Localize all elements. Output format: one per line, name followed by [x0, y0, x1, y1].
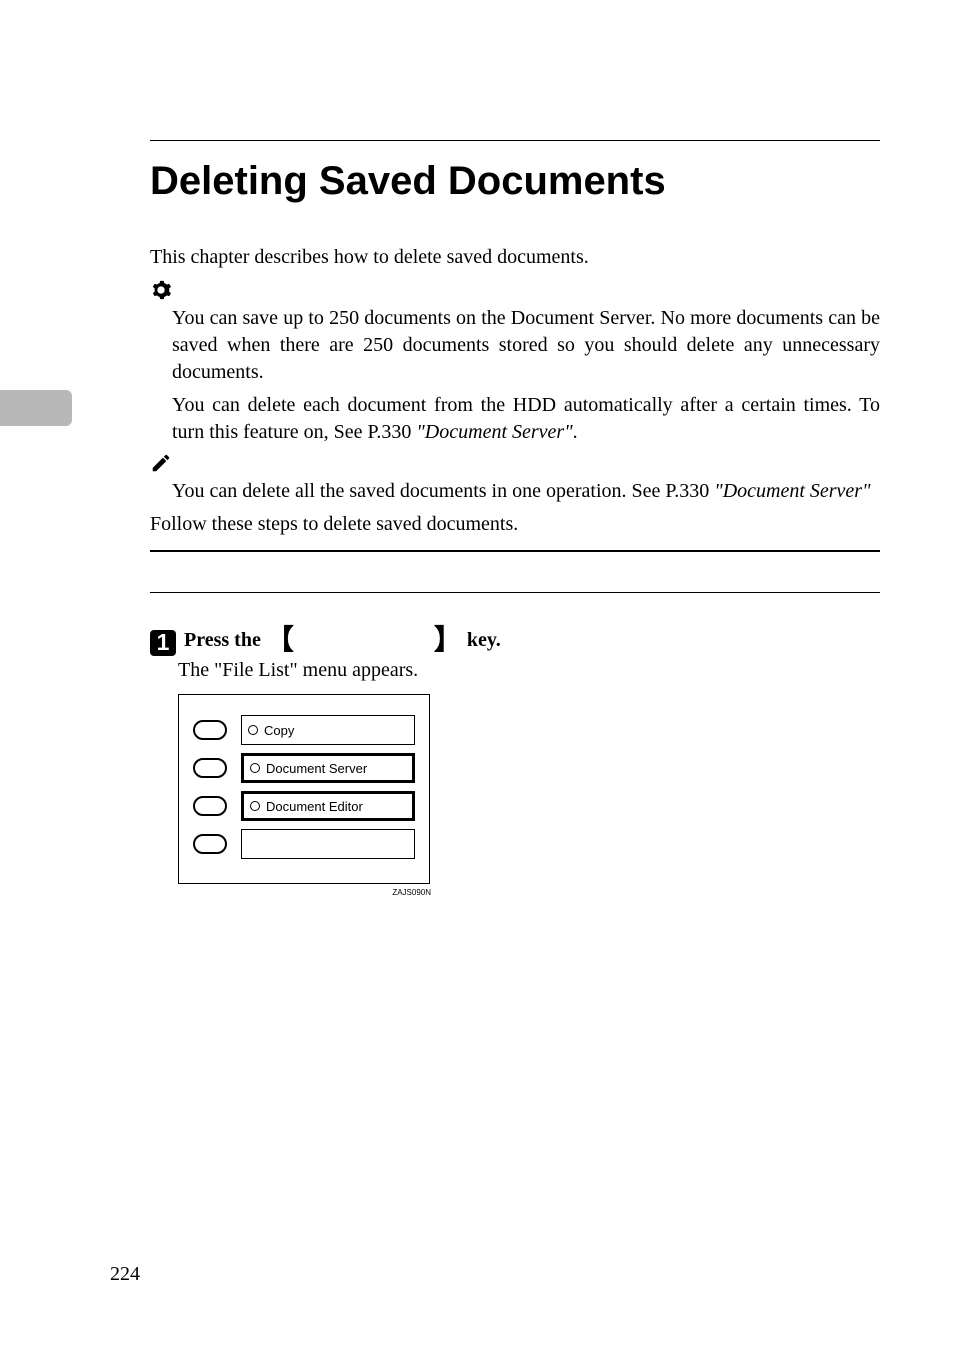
panel-figure: Copy Document Server Document Editor ZAJ…: [178, 694, 430, 884]
important-para-2b: P.330: [368, 421, 417, 443]
top-rule: [150, 140, 880, 141]
note-para: You can delete all the saved documents i…: [172, 478, 880, 505]
step-1: 1 Press the 【 】 key.: [150, 615, 880, 655]
important-heading: [150, 279, 880, 301]
step-text-b: key.: [462, 629, 501, 651]
important-para-2d: .: [573, 421, 578, 443]
panel-row-doceditor: Document Editor: [193, 791, 415, 821]
panel-label-copy-text: Copy: [264, 723, 294, 738]
panel-label-doceditor: Document Editor: [241, 791, 415, 821]
note-para-a: You can delete all the saved documents i…: [172, 480, 665, 502]
page-title: Deleting Saved Documents: [150, 159, 880, 204]
bracket-close: 】: [434, 625, 462, 656]
gear-icon: [150, 279, 172, 301]
panel-button-4: [193, 834, 227, 854]
panel-label-doceditor-text: Document Editor: [266, 799, 363, 814]
important-para-1: You can save up to 250 documents on the …: [172, 305, 880, 386]
pencil-icon: [150, 452, 172, 474]
intro-text: This chapter describes how to delete sav…: [150, 244, 880, 271]
thin-rule: [150, 592, 880, 593]
side-tab: [0, 390, 72, 426]
bracket-open: 【: [266, 625, 294, 656]
thick-rule: [150, 550, 880, 552]
step-text-a: Press the: [184, 629, 266, 651]
panel-label-blank: [241, 829, 415, 859]
panel-row-blank: [193, 829, 415, 859]
step-badge: 1: [150, 630, 176, 656]
note-para-b: P.330: [665, 480, 714, 502]
important-para-2: You can delete each document from the HD…: [172, 392, 880, 446]
page-number: 224: [110, 1263, 140, 1286]
panel-label-copy: Copy: [241, 715, 415, 745]
note-para-c: "Document Server": [714, 480, 870, 502]
follow-text: Follow these steps to delete saved docum…: [150, 511, 880, 538]
figure-caption: ZAJS090N: [392, 888, 431, 897]
indicator-circle-icon: [248, 725, 258, 735]
panel-row-copy: Copy: [193, 715, 415, 745]
step-subtext: The "File List" menu appears.: [178, 659, 880, 682]
step-text: Press the 【 】 key.: [184, 615, 501, 655]
page-content: Deleting Saved Documents This chapter de…: [150, 140, 880, 884]
indicator-circle-icon: [250, 801, 260, 811]
panel-label-docserver: Document Server: [241, 753, 415, 783]
indicator-circle-icon: [250, 763, 260, 773]
panel-button-2: [193, 758, 227, 778]
note-heading: [150, 452, 880, 474]
panel-button-1: [193, 720, 227, 740]
important-para-2c: "Document Server": [416, 421, 572, 443]
panel-button-3: [193, 796, 227, 816]
panel-row-docserver: Document Server: [193, 753, 415, 783]
panel-label-docserver-text: Document Server: [266, 761, 367, 776]
